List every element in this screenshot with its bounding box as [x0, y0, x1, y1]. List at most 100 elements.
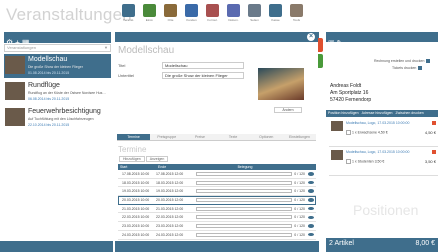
cart-header: ▣ ✎ [326, 32, 438, 47]
cell-occupancy [194, 222, 294, 230]
event-subtitle: Auf Tuchfühlung mit den Löschfahrzeugen [28, 117, 94, 121]
toolbar-label: Veranst. [122, 18, 134, 22]
item-quantity[interactable]: 1 x Studenten 3,50 € [346, 159, 384, 164]
cell-start: 24.03.2015 10:00 [122, 232, 150, 237]
view-button[interactable] [306, 170, 316, 178]
table-row[interactable]: 20.03.2015 10:00 20.03.2015 12:00 0 / 120 [118, 196, 316, 205]
tab-3[interactable]: Texte [217, 134, 250, 140]
table-row[interactable]: 19.03.2015 10:00 19.03.2015 12:00 0 / 120 [118, 187, 316, 197]
view-button[interactable] [306, 196, 316, 204]
occupancy-bar [196, 224, 292, 229]
show-dates-button[interactable]: Anzeigen [145, 156, 169, 162]
subtitle-field[interactable]: Die große Show der kleinen Flieger [162, 72, 244, 79]
quantity-stepper[interactable] [346, 130, 351, 135]
event-list-item[interactable]: Modellschau Die große Show der kleinen Fl… [4, 54, 111, 78]
table-row[interactable]: 18.03.2015 10:00 18.03.2015 12:00 0 / 120 [118, 179, 316, 188]
toolbar-button[interactable]: Kasse [265, 2, 286, 24]
add-address-button[interactable]: Adresse hinzufügen [362, 110, 393, 117]
toolbar-button[interactable]: Veranst. [118, 2, 139, 24]
view-button[interactable] [306, 213, 316, 221]
view-button[interactable] [306, 187, 316, 195]
tab-0[interactable]: Termine [117, 134, 151, 140]
side-tab-green[interactable] [318, 54, 323, 68]
cart-total: 8,00 € [415, 240, 435, 247]
event-thumbnail [5, 56, 25, 74]
toolbar-label: Orte [167, 18, 174, 22]
toolbar-button[interactable]: Orte [160, 2, 181, 24]
cell-end: 17.08.2015 12:00 [156, 172, 184, 176]
cell-count: 0 / 120 [294, 172, 305, 176]
tab-1[interactable]: Preisgruppe [150, 134, 183, 140]
remove-icon[interactable] [432, 121, 436, 125]
event-list-item[interactable]: Feuerwehrbesichtigung Auf Tuchfühlung mit… [4, 106, 111, 130]
edit-icon[interactable]: ✎ [337, 40, 343, 47]
eye-icon [308, 189, 314, 193]
toolbar-button[interactable]: Tools [286, 2, 307, 24]
event-photo [258, 68, 304, 100]
cell-occupancy [194, 231, 294, 239]
event-dates: 06.08.2014 bis 20.11.2015 [28, 97, 70, 101]
item-thumbnail [331, 150, 343, 160]
occupancy-bar [196, 180, 292, 185]
quantity-stepper[interactable] [346, 159, 351, 164]
table-row[interactable]: 17.08.2015 10:00 17.08.2015 12:00 0 / 120 [118, 170, 316, 179]
article-count: 2 Artikel [329, 240, 354, 247]
table-row[interactable]: 22.03.2015 10:00 22.03.2015 12:00 0 / 120 [118, 213, 316, 223]
dates-table: Start Ende Belegung 17.08.2015 10:00 17.0… [118, 164, 316, 252]
item-price: 3,50 € [424, 159, 436, 164]
tab-4[interactable]: Optionen [250, 134, 283, 140]
side-tab-red[interactable] [318, 38, 323, 52]
toolbar-button[interactable]: Einst. [139, 2, 160, 24]
toolbar-button[interactable]: Kunden [181, 2, 202, 24]
address-city: 57420 Fernendorp [330, 97, 372, 103]
tab-5[interactable]: Einstellungen [283, 134, 316, 140]
eye-icon [308, 206, 314, 211]
table-row[interactable]: 24.03.2015 10:00 24.03.2015 12:00 0 / 120 [118, 231, 316, 240]
view-button[interactable] [306, 205, 316, 213]
event-list-item[interactable]: Rundflüge Rundflug an der Küste der Ostse… [4, 80, 111, 104]
cell-start: 20.03.2015 10:00 [122, 198, 150, 203]
view-button[interactable] [306, 231, 316, 239]
cell-end: 22.03.2015 12:00 [156, 215, 184, 220]
cell-start: 23.03.2015 10:00 [122, 224, 150, 229]
eye-icon [308, 180, 314, 185]
eye-icon [308, 224, 314, 228]
add-position-button[interactable]: Position hinzufügen [328, 110, 359, 117]
cell-start: 18.03.2015 10:00 [122, 180, 150, 185]
toolbar-button[interactable]: Dokum. [223, 2, 244, 24]
users-icon [185, 4, 198, 17]
item-price: 4,50 € [424, 130, 436, 135]
cart-item[interactable]: Modellschau, Logo, 17.03.2015 10:00:00 1 … [329, 119, 438, 147]
option-tickets[interactable]: Tickets drucken [392, 66, 423, 71]
cart-item[interactable]: Modellschau, Logo, 17.03.2015 10:00:00 1 … [329, 148, 438, 176]
close-icon[interactable]: × [307, 33, 315, 41]
table-row[interactable]: 21.03.2015 10:00 21.03.2015 12:00 0 / 120 [118, 205, 316, 214]
tab-2[interactable]: Preise [183, 134, 216, 140]
cell-end: 18.03.2015 12:00 [156, 180, 184, 185]
intermediate-print-button[interactable]: Zwischen drucken [396, 110, 424, 117]
change-photo-button[interactable]: Ändern [274, 107, 302, 113]
view-button[interactable] [306, 222, 316, 230]
option-invoice[interactable]: Rechnung erstellen und drucken [374, 59, 431, 64]
view-button[interactable] [306, 179, 316, 187]
event-filter-select[interactable]: Veranstaltungen ▼ [4, 44, 111, 52]
cell-occupancy [194, 170, 294, 178]
cell-count: 0 / 120 [294, 206, 305, 211]
toolbar-button[interactable]: Formul. [202, 2, 223, 24]
add-date-button[interactable]: Hinzufügen [119, 156, 145, 162]
cell-count: 0 / 120 [294, 224, 305, 229]
field-label-title: Titel [118, 63, 126, 68]
section-title: Termine [118, 145, 147, 154]
dialog-title: Modellschau [118, 45, 175, 56]
remove-icon[interactable] [432, 150, 436, 154]
toolbar-label: Kasse [271, 18, 280, 22]
toolbar-label: Dokum. [228, 18, 239, 22]
event-subtitle: Rundflug an der Küste der Ostsee Nordsee… [28, 91, 106, 95]
cart-icon[interactable]: ▣ [328, 40, 335, 47]
title-field[interactable]: Modellschau [162, 62, 244, 69]
table-row[interactable]: 23.03.2015 10:00 23.03.2015 12:00 0 / 120 [118, 222, 316, 231]
cart-actions: Position hinzufügen Adresse hinzufügen Z… [326, 110, 438, 117]
toolbar-button[interactable]: Seiten [244, 2, 265, 24]
item-quantity[interactable]: 1 x Erwachsene 4,50 € [346, 130, 388, 135]
event-title: Rundflüge [28, 82, 60, 89]
